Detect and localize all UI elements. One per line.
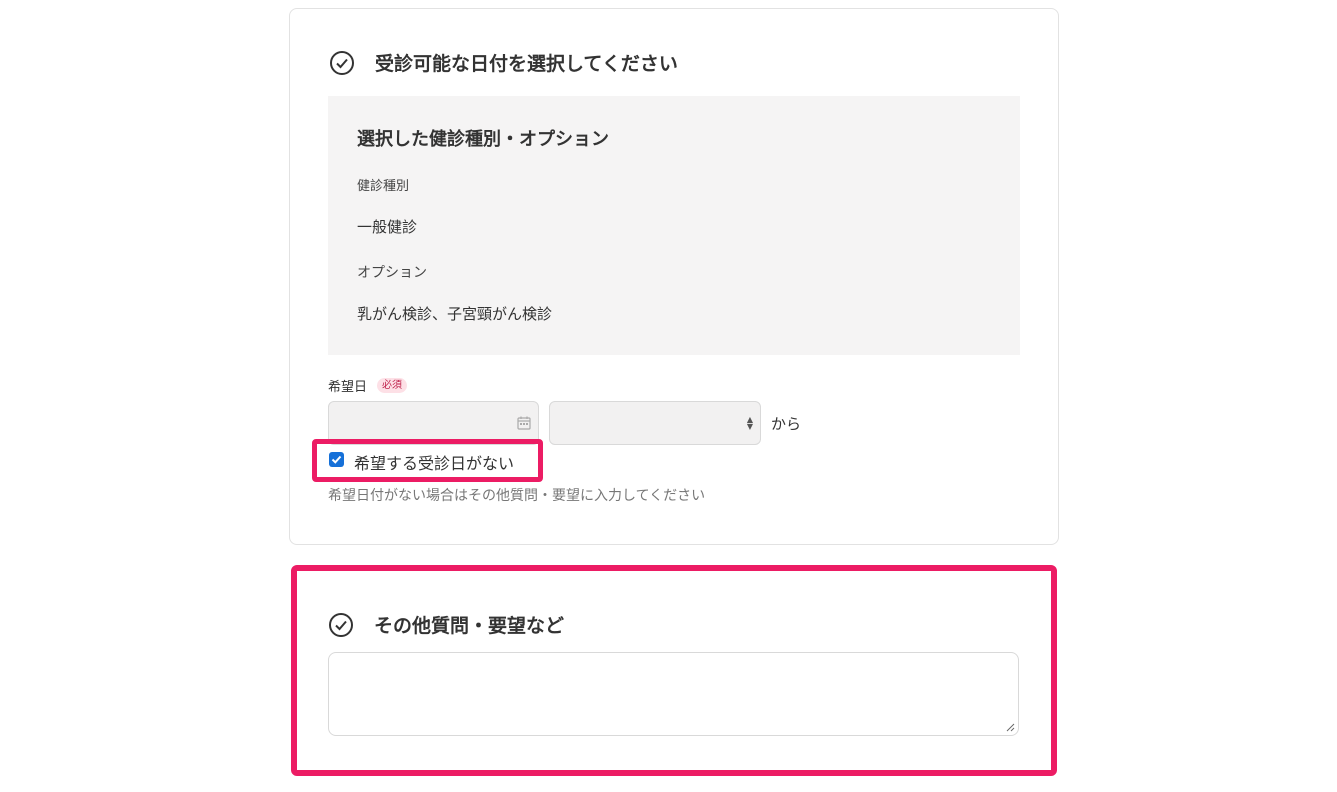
checkup-type-value: 一般健診 <box>357 218 418 236</box>
date-selection-card: 受診可能な日付を選択してください 選択した健診種別・オプション 健診種別 一般健… <box>289 8 1059 545</box>
summary-heading: 選択した健診種別・オプション <box>357 129 609 150</box>
date-section-title: 受診可能な日付を選択してください <box>375 53 678 75</box>
no-date-checkbox[interactable] <box>329 452 344 467</box>
other-requests-card: その他質問・要望など <box>291 565 1057 776</box>
from-label: から <box>771 415 802 433</box>
selection-summary: 選択した健診種別・オプション 健診種別 一般健診 オプション 乳がん検診、子宮頸… <box>328 96 1020 355</box>
other-section-title: その他質問・要望など <box>374 615 565 637</box>
check-circle-icon <box>330 50 354 75</box>
calendar-icon[interactable] <box>517 416 531 430</box>
resize-grip-icon[interactable] <box>1005 722 1015 732</box>
checkmark-icon <box>331 455 342 464</box>
desired-date-label-text: 希望日 <box>328 380 368 395</box>
other-section-header: その他質問・要望など <box>328 611 564 638</box>
required-badge: 必須 <box>377 378 408 393</box>
checkup-type-label: 健診種別 <box>357 179 410 194</box>
helper-text: 希望日付がない場合はその他質問・要望に入力してください <box>328 488 706 504</box>
no-date-checkbox-label[interactable]: 希望する受診日がない <box>354 450 514 474</box>
option-label: オプション <box>357 265 427 281</box>
desired-date-label: 希望日 必須 <box>328 376 408 395</box>
check-circle-icon <box>329 612 353 637</box>
time-select[interactable]: ▲ ▼ <box>549 401 761 445</box>
date-section-header: 受診可能な日付を選択してください <box>329 49 678 76</box>
select-arrows-icon: ▲ ▼ <box>746 415 753 431</box>
option-value: 乳がん検診、子宮頸がん検診 <box>357 305 553 323</box>
other-requests-textarea[interactable] <box>328 652 1019 736</box>
